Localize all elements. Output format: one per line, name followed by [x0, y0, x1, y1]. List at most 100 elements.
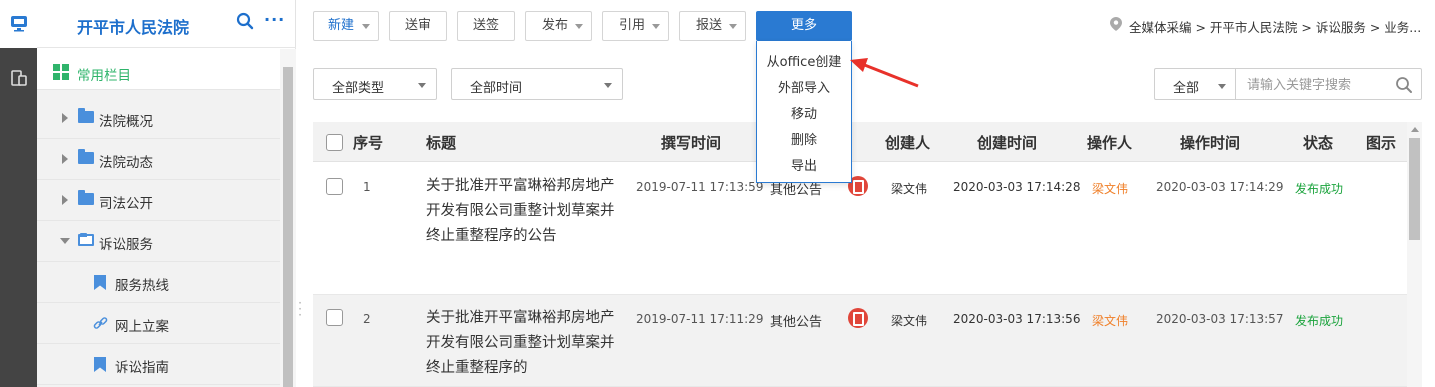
left-rail	[0, 0, 37, 387]
row-index: 1	[363, 180, 371, 194]
report-label: 报送	[696, 18, 723, 33]
header-created-time[interactable]: 创建时间	[977, 132, 1037, 153]
type-filter-value: 全部类型	[332, 81, 385, 96]
chevron-down-icon	[652, 24, 660, 29]
quote-button[interactable]: 引用	[602, 11, 669, 41]
header-operator: 操作人	[1087, 134, 1133, 152]
row-status: 发布成功	[1295, 182, 1344, 196]
menu-item-delete[interactable]: 删除	[757, 129, 851, 148]
grid-icon	[53, 64, 69, 84]
expand-icon[interactable]	[62, 113, 68, 123]
chevron-down-icon	[418, 83, 426, 88]
app-root: 开平市人民法院 ··· 常用栏目 法院概况 法院动态 司法公开 诉讼服务 服务热…	[0, 0, 1435, 387]
row-type: 其他公告	[770, 315, 823, 330]
sidebar-subitem-hotline[interactable]: 服务热线	[37, 262, 280, 303]
folder-icon	[78, 149, 94, 164]
row-checkbox[interactable]	[326, 309, 343, 326]
chevron-down-icon[interactable]	[1218, 84, 1226, 89]
select-all-checkbox[interactable]	[326, 134, 343, 151]
folder-open-icon	[78, 233, 94, 246]
new-button-label: 新建	[328, 18, 355, 33]
submit-review-button[interactable]: 送审	[389, 11, 447, 41]
sidebar-item-court-overview[interactable]: 法院概况	[37, 98, 280, 139]
row-checkbox[interactable]	[326, 178, 343, 195]
table-row[interactable]: 1 关于批准开平富琳裕邦房地产开发有限公司重整计划草案并终止重整程序的公告 20…	[313, 162, 1407, 295]
menu-item-external-import[interactable]: 外部导入	[757, 77, 851, 96]
type-filter-select[interactable]: 全部类型	[313, 68, 437, 100]
search-icon[interactable]	[1395, 76, 1413, 98]
sidebar-item-judicial-openness[interactable]: 司法公开	[37, 180, 280, 221]
table-row[interactable]: 2 关于批准开平富琳裕邦房地产开发有限公司重整计划草案并终止重整程序的 2019…	[313, 295, 1407, 387]
submit-sign-button[interactable]: 送签	[457, 11, 515, 41]
header-creator: 创建人	[885, 134, 931, 152]
row-creator: 梁文伟	[891, 314, 928, 328]
table-header: 序号 标题 撰写时间 类型 创建人 创建时间 操作人 操作时间 状态 图示	[313, 122, 1407, 162]
expand-icon[interactable]	[62, 195, 68, 205]
sidebar-item-label: 服务热线	[115, 278, 169, 294]
sidebar-item-label: 诉讼服务	[99, 237, 153, 253]
row-index: 2	[363, 312, 371, 326]
row-written-time: 2019-07-11 17:13:59	[636, 180, 764, 194]
time-filter-select[interactable]: 全部时间	[451, 68, 623, 100]
search-box: 全部	[1154, 68, 1422, 100]
row-operated-time: 2020-03-03 17:13:57	[1156, 312, 1284, 326]
menu-item-create-from-office[interactable]: 从office创建	[757, 51, 851, 70]
chevron-down-icon	[362, 24, 370, 29]
scroll-up-icon[interactable]	[1411, 127, 1419, 132]
sidebar: 开平市人民法院 ··· 常用栏目 法院概况 法院动态 司法公开 诉讼服务 服务热…	[37, 0, 296, 387]
sidebar-subitem-online-filing[interactable]: 网上立案	[37, 303, 280, 344]
sidebar-item-court-news[interactable]: 法院动态	[37, 139, 280, 180]
search-input[interactable]	[1247, 75, 1387, 95]
more-options-icon[interactable]: ···	[264, 10, 285, 29]
new-button[interactable]: 新建	[313, 11, 379, 41]
search-icon[interactable]	[236, 12, 254, 34]
chevron-down-icon	[729, 24, 737, 29]
publish-button[interactable]: 发布	[525, 11, 592, 41]
report-button[interactable]: 报送	[679, 11, 746, 41]
header-icon: 图示	[1366, 134, 1397, 152]
bookmark-icon	[94, 275, 106, 290]
panel-splitter[interactable]: · · ·	[296, 297, 304, 330]
breadcrumb: 全媒体采编 > 开平市人民法院 > 诉讼服务 > 业务...	[1129, 20, 1422, 35]
search-scope-select[interactable]: 全部	[1173, 77, 1199, 96]
more-dropdown-menu: 从office创建 外部导入 移动 删除 导出	[756, 41, 852, 183]
sidebar-item-litigation-services[interactable]: 诉讼服务	[37, 221, 280, 262]
header-status: 状态	[1303, 134, 1334, 152]
sidebar-item-favorites[interactable]: 常用栏目	[37, 49, 280, 90]
menu-item-move[interactable]: 移动	[757, 103, 851, 122]
scrollbar-thumb[interactable]	[1409, 138, 1420, 240]
sidebar-item-label: 网上立案	[115, 319, 169, 335]
sidebar-scrollbar[interactable]	[280, 49, 296, 387]
more-button[interactable]: 更多	[756, 11, 852, 41]
site-title: 开平市人民法院	[77, 18, 190, 37]
row-title[interactable]: 关于批准开平富琳裕邦房地产开发有限公司重整计划草案并终止重整程序的公告	[426, 174, 616, 249]
collapse-icon[interactable]	[60, 238, 70, 244]
sidebar-item-label: 司法公开	[99, 196, 153, 212]
expand-icon[interactable]	[62, 154, 68, 164]
submit-review-label: 送审	[405, 18, 432, 33]
scrollbar-thumb[interactable]	[283, 67, 293, 387]
menu-item-export[interactable]: 导出	[757, 155, 851, 174]
quote-label: 引用	[619, 18, 646, 33]
column-tree: 常用栏目 法院概况 法院动态 司法公开 诉讼服务 服务热线 网上立案 诉讼指南	[37, 49, 280, 387]
row-operator: 梁文伟	[1092, 182, 1129, 196]
location-pin-icon	[1110, 17, 1122, 31]
sidebar-item-label: 法院动态	[99, 155, 153, 171]
rail-item-monitor[interactable]	[0, 0, 37, 48]
header-operated-time[interactable]: 操作时间	[1180, 132, 1240, 153]
header-written-time[interactable]: 撰写时间	[661, 132, 721, 153]
link-icon	[93, 316, 108, 335]
divider	[1235, 69, 1236, 99]
bookmark-icon	[94, 357, 106, 372]
row-title[interactable]: 关于批准开平富琳裕邦房地产开发有限公司重整计划草案并终止重整程序的	[426, 306, 616, 381]
row-status: 发布成功	[1295, 314, 1344, 328]
chevron-down-icon	[575, 24, 583, 29]
sidebar-subitem-guide[interactable]: 诉讼指南	[37, 344, 280, 385]
sidebar-header: 开平市人民法院 ···	[37, 0, 296, 48]
folder-icon	[78, 190, 94, 205]
table-scrollbar[interactable]	[1407, 122, 1422, 387]
chevron-down-icon	[604, 83, 612, 88]
submit-sign-label: 送签	[473, 18, 500, 33]
favorites-label: 常用栏目	[77, 68, 131, 84]
devices-icon[interactable]	[0, 68, 37, 92]
